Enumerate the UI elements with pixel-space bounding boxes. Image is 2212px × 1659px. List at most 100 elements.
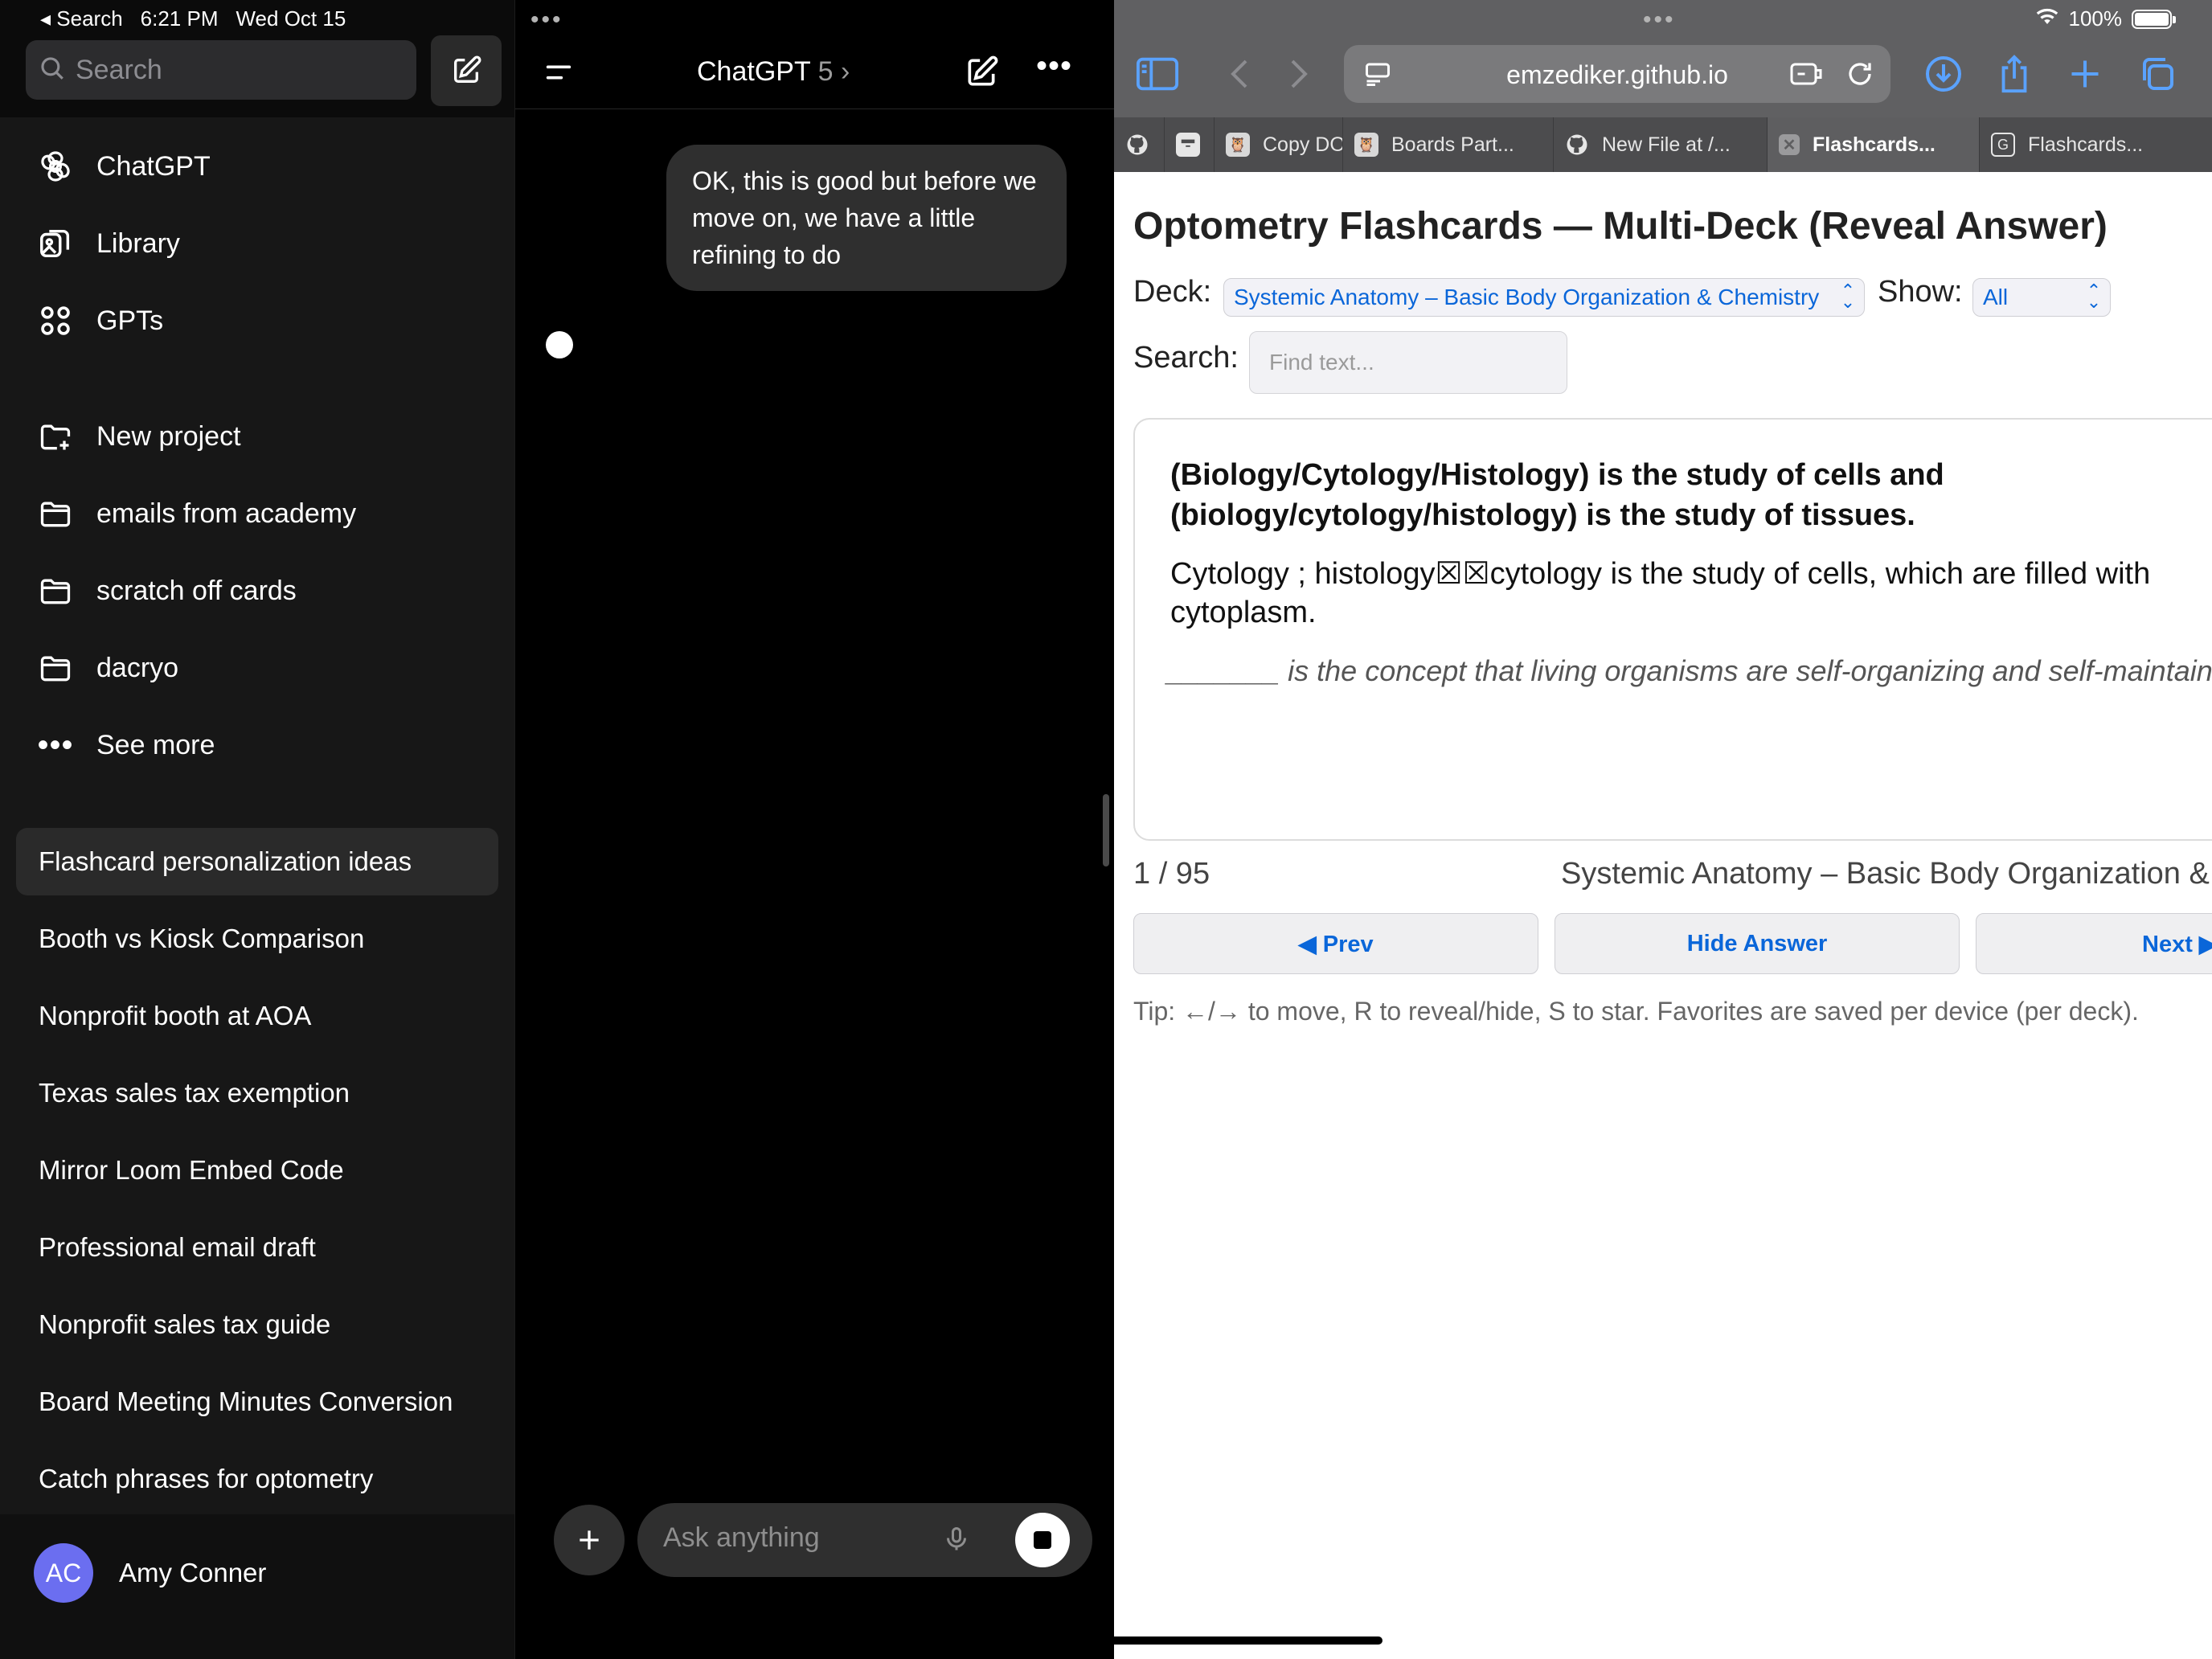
tab-flashcards[interactable]: G Flashcards...	[1979, 117, 2212, 172]
openai-logo-icon	[35, 146, 76, 186]
search-label: Search:	[1133, 341, 1239, 375]
tab-new-file[interactable]: New File at /...	[1553, 117, 1767, 172]
folder-plus-icon	[35, 416, 76, 457]
see-more-button[interactable]: ••• See more	[35, 725, 215, 765]
folder-icon	[35, 648, 76, 688]
multitask-dots-icon[interactable]: •••	[530, 6, 563, 34]
x-favicon-icon: ✕	[1779, 134, 1800, 155]
new-chat-icon[interactable]	[964, 55, 999, 94]
g-favicon-icon: G	[1991, 133, 2015, 157]
back-to-search-link[interactable]: ◂ Search	[40, 6, 123, 31]
show-select-value: All	[1983, 285, 2009, 309]
tab-boards-part[interactable]: 🦉 Boards Part...	[1342, 117, 1553, 172]
wifi-icon	[2035, 6, 2059, 31]
tab-label: Boards Part...	[1391, 133, 1514, 156]
tab-overview-icon[interactable]	[2133, 50, 2181, 98]
nav-gpts[interactable]: GPTs	[35, 301, 163, 341]
status-time: 6:21 PM	[140, 6, 219, 31]
attach-button[interactable]	[554, 1505, 625, 1575]
github-icon	[1565, 133, 1589, 157]
microphone-icon[interactable]	[936, 1519, 977, 1559]
status-bar: ◂ Search 6:21 PM Wed Oct 15 ••• ••• 100%	[0, 0, 2212, 37]
new-chat-button[interactable]	[431, 35, 502, 106]
user-name[interactable]: Amy Conner	[119, 1558, 266, 1588]
sidebar-toggle-icon[interactable]	[543, 56, 575, 92]
reload-icon[interactable]	[1845, 59, 1874, 92]
safari-pane: emzediker.github.io 🦉 Copy DO 🦉 Boards P…	[1114, 0, 2212, 1659]
chat-history-item[interactable]: Board Meeting Minutes Conversion	[16, 1368, 498, 1436]
project-label: New project	[96, 420, 241, 452]
chat-history-item[interactable]: Flashcard personalization ideas	[16, 828, 498, 895]
search-icon	[39, 55, 66, 86]
deck-select-value: Systemic Anatomy – Basic Body Organizati…	[1234, 285, 1820, 309]
chat-history-item[interactable]: Catch phrases for optometry	[16, 1445, 498, 1513]
multitask-dots-icon[interactable]: •••	[1643, 6, 1676, 34]
share-icon[interactable]	[1990, 50, 2038, 98]
chat-history-item[interactable]: Professional email draft	[16, 1214, 498, 1281]
address-bar[interactable]: emzediker.github.io	[1344, 45, 1890, 103]
plus-icon	[580, 1530, 599, 1550]
card-counter: 1 / 95	[1133, 857, 1210, 891]
project-scratch-off-cards[interactable]: scratch off cards	[35, 571, 297, 611]
back-icon[interactable]	[1215, 50, 1264, 98]
home-indicator[interactable]	[830, 1636, 1382, 1645]
chat-history-item[interactable]: Nonprofit booth at AOA	[16, 982, 498, 1050]
tab-flashcards-active[interactable]: ✕ Flashcards...	[1767, 117, 1979, 172]
new-tab-icon[interactable]	[2061, 50, 2109, 98]
chat-history-item[interactable]: Texas sales tax exemption	[16, 1059, 498, 1127]
flashcard-question: (Biology/Cytology/Histology) is the stud…	[1170, 458, 1944, 532]
project-emails-from-academy[interactable]: emails from academy	[35, 494, 356, 534]
next-button[interactable]: Next ▶	[1976, 913, 2212, 974]
see-more-label: See more	[96, 729, 215, 760]
tab-copy-do[interactable]: 🦉 Copy DO	[1214, 117, 1342, 172]
chat-history-item[interactable]: Booth vs Kiosk Comparison	[16, 905, 498, 973]
nav-chatgpt[interactable]: ChatGPT	[35, 146, 211, 186]
nav-label: GPTs	[96, 305, 164, 336]
hide-answer-button[interactable]: Hide Answer	[1555, 913, 1960, 974]
tab-archive[interactable]	[1164, 117, 1214, 172]
battery-percent: 100%	[2068, 6, 2123, 31]
deck-select[interactable]: Systemic Anatomy – Basic Body Organizati…	[1223, 278, 1865, 317]
tab-label: Flashcards...	[1813, 133, 1936, 156]
chat-header: ChatGPT 5 › •••	[515, 37, 1115, 109]
prev-button[interactable]: ◀ Prev	[1133, 913, 1538, 974]
more-options-icon[interactable]: •••	[1036, 48, 1072, 84]
project-label: emails from academy	[96, 498, 357, 529]
updown-chevron-icon: ⌃ ⌄	[1840, 281, 1856, 312]
nav-library[interactable]: Library	[35, 223, 180, 264]
stop-icon	[1034, 1531, 1051, 1549]
split-view-handle[interactable]	[1103, 794, 1109, 866]
keyboard-tip: Tip: ←/→ to move, R to reveal/hide, S to…	[1133, 997, 2139, 1026]
folder-icon	[35, 571, 76, 611]
chat-history-item[interactable]: Nonprofit sales tax guide	[16, 1291, 498, 1358]
battery-icon	[2132, 9, 2176, 29]
show-select[interactable]: All ⌃ ⌄	[1972, 278, 2111, 317]
sidebar-search-input[interactable]: Search	[26, 40, 416, 100]
nav-label: ChatGPT	[96, 150, 211, 182]
flashcard[interactable]: (Biology/Cytology/Histology) is the stud…	[1133, 418, 2212, 841]
message-input[interactable]: Ask anything	[637, 1503, 1092, 1577]
download-icon[interactable]	[1919, 50, 1968, 98]
forward-icon[interactable]	[1275, 50, 1323, 98]
tab-strip: 🦉 Copy DO 🦉 Boards Part... New File at /…	[1114, 117, 2212, 172]
card-search-input[interactable]: Find text...	[1249, 331, 1567, 394]
compose-icon	[454, 55, 481, 83]
chevron-right-icon: ›	[840, 56, 850, 87]
chat-title: ChatGPT	[697, 56, 811, 87]
model-selector[interactable]: ChatGPT 5 ›	[697, 56, 850, 88]
project-dacryo[interactable]: dacryo	[35, 648, 178, 688]
avatar[interactable]: AC	[34, 1543, 93, 1603]
chat-history-item[interactable]: Mirror Loom Embed Code	[16, 1137, 498, 1204]
github-icon	[1125, 133, 1149, 157]
tab-github[interactable]	[1114, 117, 1164, 172]
extension-icon[interactable]	[1789, 59, 1823, 92]
tab-label: Flashcards...	[2028, 133, 2144, 156]
deck-label: Deck:	[1133, 275, 1212, 309]
nav-label: Library	[96, 227, 180, 259]
folder-icon	[35, 494, 76, 534]
new-project-button[interactable]: New project	[35, 416, 241, 457]
stop-generating-button[interactable]	[1015, 1513, 1070, 1567]
library-icon	[35, 223, 76, 264]
grid-icon	[35, 301, 76, 341]
sidebar-toggle-icon[interactable]	[1133, 50, 1182, 98]
